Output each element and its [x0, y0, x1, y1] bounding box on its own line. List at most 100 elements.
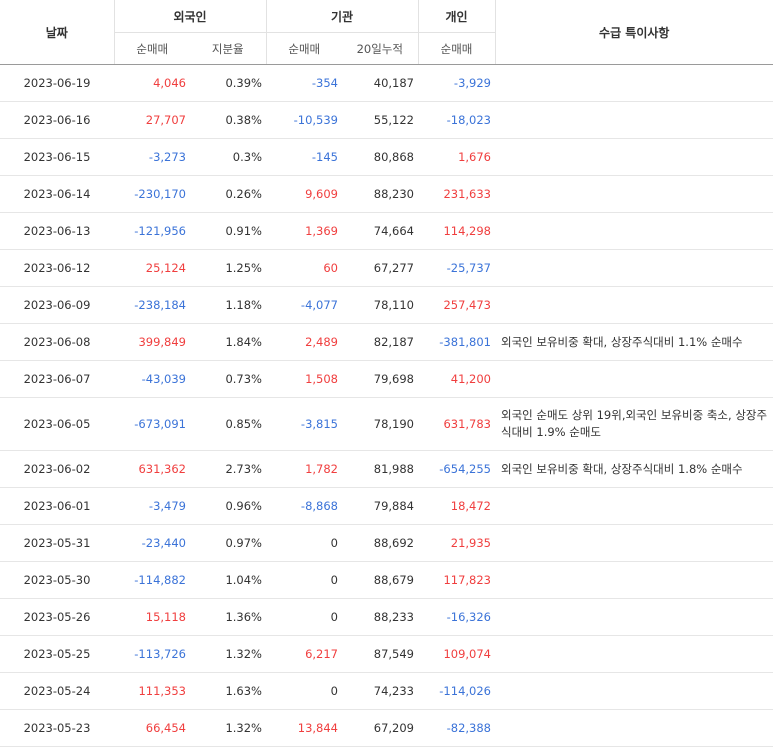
row-date: 2023-05-25 — [0, 635, 114, 673]
institution-20day-cell: 74,664 — [342, 212, 418, 250]
institution-net-cell: 9,609 — [266, 175, 342, 213]
note-cell: 외국인 순매도 상위 19위,외국인 보유비중 축소, 상장주식대비 1.9% … — [495, 397, 773, 451]
institution-20day-cell: 81,988 — [342, 450, 418, 488]
foreign-net-cell: 25,124 — [114, 249, 190, 287]
table-row: 2023-06-01 -3,479 0.96% -8,868 79,884 18,472 — [0, 487, 773, 525]
institution-20day-cell: 67,209 — [342, 709, 418, 747]
foreign-share-cell: 0.96% — [190, 487, 266, 525]
foreign-share-cell: 1.84% — [190, 323, 266, 361]
individual-net-cell: 231,633 — [418, 175, 495, 213]
row-date: 2023-06-07 — [0, 360, 114, 398]
institution-20day-cell: 88,230 — [342, 175, 418, 213]
table-row: 2023-05-24 111,353 1.63% 0 74,233 -114,026 — [0, 672, 773, 710]
table-row: 2023-06-09 -238,184 1.18% -4,077 78,110 257,4… — [0, 286, 773, 324]
note-cell: 외국인 보유비중 확대, 상장주식대비 1.1% 순매수 — [495, 323, 773, 361]
institution-net-cell: 13,844 — [266, 709, 342, 747]
header-date: 날짜 — [0, 0, 114, 65]
foreign-share-cell: 1.32% — [190, 635, 266, 673]
institution-20day-cell: 88,679 — [342, 561, 418, 599]
table-row: 2023-06-13 -121,956 0.91% 1,369 74,664 114,29… — [0, 212, 773, 250]
foreign-share-cell: 1.32% — [190, 709, 266, 747]
table-row: 2023-06-07 -43,039 0.73% 1,508 79,698 41,200 — [0, 360, 773, 398]
individual-net-cell: -18,023 — [418, 101, 495, 139]
individual-net-cell: 41,200 — [418, 360, 495, 398]
foreign-share-cell: 0.91% — [190, 212, 266, 250]
institution-20day-cell: 67,277 — [342, 249, 418, 287]
foreign-share-cell: 1.25% — [190, 249, 266, 287]
institution-20day-cell: 74,233 — [342, 672, 418, 710]
institution-net-cell: 1,369 — [266, 212, 342, 250]
foreign-share-cell: 1.18% — [190, 286, 266, 324]
institution-net-cell: 0 — [266, 524, 342, 562]
header-institution: 기관 — [265, 0, 418, 33]
institution-20day-cell: 78,190 — [342, 397, 418, 451]
individual-net-cell: 109,074 — [418, 635, 495, 673]
header-foreign-net: 순매매 — [113, 32, 190, 65]
individual-net-cell: -3,929 — [418, 64, 495, 102]
institution-20day-cell: 87,549 — [342, 635, 418, 673]
row-date: 2023-06-13 — [0, 212, 114, 250]
institution-20day-cell: 88,233 — [342, 598, 418, 636]
individual-net-cell: 257,473 — [418, 286, 495, 324]
institution-20day-cell: 82,187 — [342, 323, 418, 361]
note-cell: 외국인 보유비중 확대, 상장주식대비 1.8% 순매수 — [495, 450, 773, 488]
foreign-net-cell: -3,273 — [114, 138, 190, 176]
table-row: 2023-06-08 399,849 1.84% 2,489 82,187 -381,80… — [0, 323, 773, 361]
individual-net-cell: -381,801 — [418, 323, 495, 361]
individual-net-cell: -16,326 — [418, 598, 495, 636]
foreign-share-cell: 1.36% — [190, 598, 266, 636]
individual-net-cell: 18,472 — [418, 487, 495, 525]
note-cell — [495, 709, 773, 747]
note-cell — [495, 212, 773, 250]
row-date: 2023-05-31 — [0, 524, 114, 562]
foreign-share-cell: 0.39% — [190, 64, 266, 102]
row-date: 2023-06-16 — [0, 101, 114, 139]
table-row: 2023-06-05 -673,091 0.85% -3,815 78,190 631,7… — [0, 397, 773, 451]
row-date: 2023-05-30 — [0, 561, 114, 599]
foreign-share-cell: 0.3% — [190, 138, 266, 176]
foreign-net-cell: 66,454 — [114, 709, 190, 747]
institution-net-cell: -145 — [266, 138, 342, 176]
row-date: 2023-06-02 — [0, 450, 114, 488]
institution-net-cell: 6,217 — [266, 635, 342, 673]
table-row: 2023-06-12 25,124 1.25% 60 67,277 -25,737 — [0, 249, 773, 287]
row-date: 2023-05-24 — [0, 672, 114, 710]
row-date: 2023-06-05 — [0, 397, 114, 451]
header-institution-net: 순매매 — [265, 32, 342, 65]
table-row: 2023-06-16 27,707 0.38% -10,539 55,122 -18,02… — [0, 101, 773, 139]
note-cell — [495, 138, 773, 176]
header-note: 수급 특이사항 — [494, 0, 773, 65]
header-foreign: 외국인 — [113, 0, 266, 33]
header-foreign-share: 지분율 — [190, 32, 266, 65]
row-date: 2023-06-19 — [0, 64, 114, 102]
row-date: 2023-06-14 — [0, 175, 114, 213]
institution-20day-cell: 40,187 — [342, 64, 418, 102]
institution-net-cell: 1,782 — [266, 450, 342, 488]
header-institution-20day: 20일누적 — [342, 32, 418, 65]
foreign-net-cell: -673,091 — [114, 397, 190, 451]
institution-net-cell: 0 — [266, 598, 342, 636]
table-row: 2023-05-25 -113,726 1.32% 6,217 87,549 109,07… — [0, 635, 773, 673]
table-row: 2023-05-30 -114,882 1.04% 0 88,679 117,823 — [0, 561, 773, 599]
table-row: 2023-06-15 -3,273 0.3% -145 80,868 1,676 — [0, 138, 773, 176]
foreign-net-cell: 27,707 — [114, 101, 190, 139]
note-cell — [495, 175, 773, 213]
header-individual-net: 순매매 — [417, 32, 495, 65]
individual-net-cell: 1,676 — [418, 138, 495, 176]
row-date: 2023-06-08 — [0, 323, 114, 361]
foreign-share-cell: 0.73% — [190, 360, 266, 398]
foreign-net-cell: 631,362 — [114, 450, 190, 488]
table-row: 2023-06-19 4,046 0.39% -354 40,187 -3,929 — [0, 64, 773, 102]
foreign-net-cell: 15,118 — [114, 598, 190, 636]
institution-net-cell: 0 — [266, 672, 342, 710]
individual-net-cell: -114,026 — [418, 672, 495, 710]
note-cell — [495, 524, 773, 562]
foreign-share-cell: 0.97% — [190, 524, 266, 562]
foreign-net-cell: -114,882 — [114, 561, 190, 599]
foreign-net-cell: -238,184 — [114, 286, 190, 324]
note-cell — [495, 672, 773, 710]
institution-net-cell: 2,489 — [266, 323, 342, 361]
institution-net-cell: 60 — [266, 249, 342, 287]
foreign-net-cell: 399,849 — [114, 323, 190, 361]
foreign-net-cell: -113,726 — [114, 635, 190, 673]
